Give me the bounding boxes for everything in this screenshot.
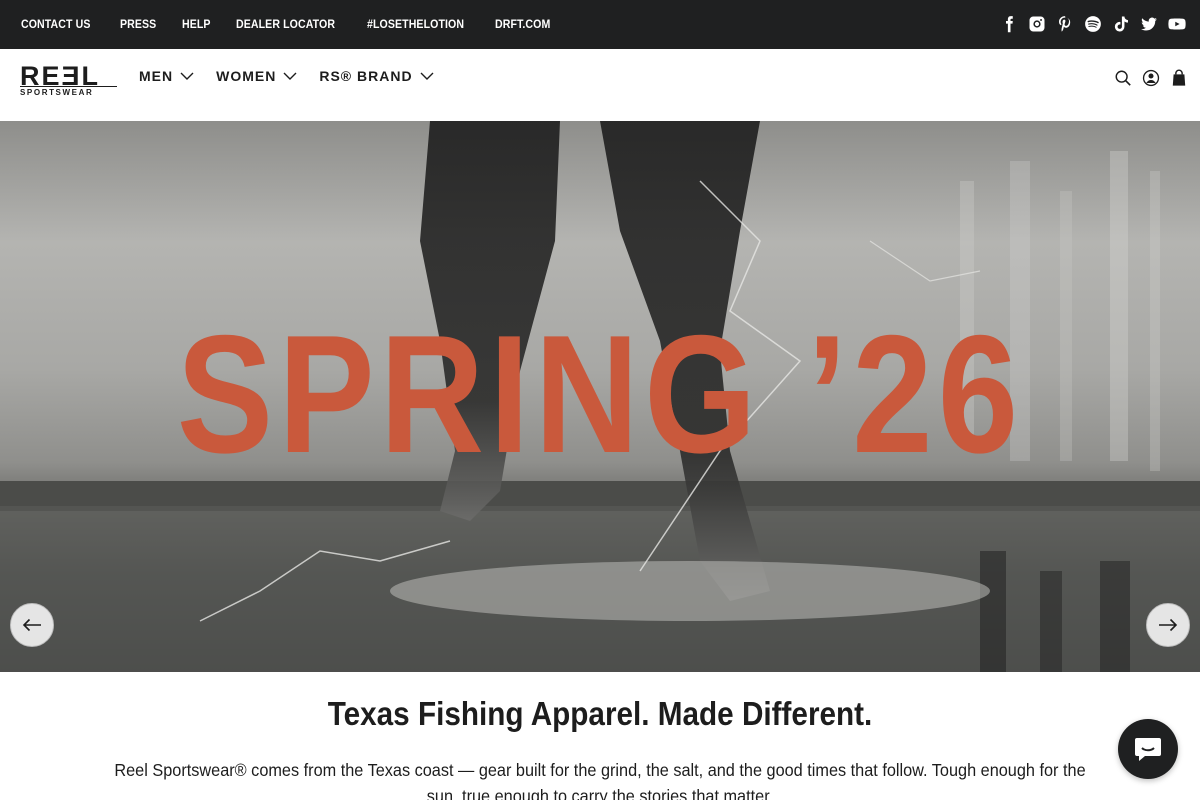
drft-link[interactable]: DRFT.COM: [495, 19, 550, 31]
pinterest-icon[interactable]: [1054, 13, 1076, 35]
section-heading: Texas Fishing Apparel. Made Different.: [327, 695, 873, 732]
main-nav: MEN WOMEN RS® BRAND: [139, 68, 456, 84]
section-description: Reel Sportswear® comes from the Texas co…: [114, 760, 1086, 800]
carousel-prev-button[interactable]: [10, 603, 54, 647]
chevron-down-icon: [420, 72, 434, 80]
help-link[interactable]: HELP: [182, 19, 211, 31]
contact-us-link[interactable]: CONTACT US: [21, 19, 90, 31]
social-links: [992, 13, 1188, 35]
account-icon[interactable]: [1141, 68, 1161, 88]
reel-sportswear-logo[interactable]: REƎL SPORTSWEAR: [20, 63, 117, 97]
cart-icon[interactable]: [1169, 68, 1189, 88]
logo-subtitle: SPORTSWEAR: [20, 86, 117, 97]
twitter-icon[interactable]: [1138, 13, 1160, 35]
utility-bar: CONTACT US PRESS HELP DEALER LOCATOR #LO…: [0, 0, 1200, 49]
instagram-icon[interactable]: [1026, 13, 1048, 35]
header-actions: [1105, 68, 1189, 88]
hero-banner[interactable]: SPRING ’26: [0, 121, 1200, 672]
spotify-icon[interactable]: [1082, 13, 1104, 35]
chevron-down-icon: [283, 72, 297, 80]
arrow-left-icon: [22, 618, 41, 632]
nav-rs-brand[interactable]: RS® BRAND: [319, 68, 434, 84]
tiktok-icon[interactable]: [1110, 13, 1132, 35]
nav-women-label: WOMEN: [216, 68, 277, 84]
nav-rs-brand-label: RS® BRAND: [319, 68, 413, 84]
youtube-icon[interactable]: [1166, 13, 1188, 35]
dealer-locator-link[interactable]: DEALER LOCATOR: [236, 19, 335, 31]
search-icon[interactable]: [1113, 68, 1133, 88]
chat-button[interactable]: [1118, 719, 1178, 779]
nav-women[interactable]: WOMEN: [216, 68, 297, 84]
utility-links: CONTACT US PRESS HELP DEALER LOCATOR #LO…: [0, 19, 579, 31]
losethelotion-link[interactable]: #LOSETHELOTION: [367, 19, 464, 31]
arrow-right-icon: [1159, 618, 1178, 632]
main-header: REƎL SPORTSWEAR MEN WOMEN RS® BRAND: [0, 49, 1200, 121]
nav-men[interactable]: MEN: [139, 68, 194, 84]
chevron-down-icon: [180, 72, 194, 80]
hero-title: SPRING ’26: [176, 300, 1024, 488]
facebook-icon[interactable]: [998, 13, 1020, 35]
carousel-next-button[interactable]: [1146, 603, 1190, 647]
press-link[interactable]: PRESS: [120, 19, 156, 31]
chat-icon: [1135, 738, 1161, 761]
nav-men-label: MEN: [139, 68, 174, 84]
